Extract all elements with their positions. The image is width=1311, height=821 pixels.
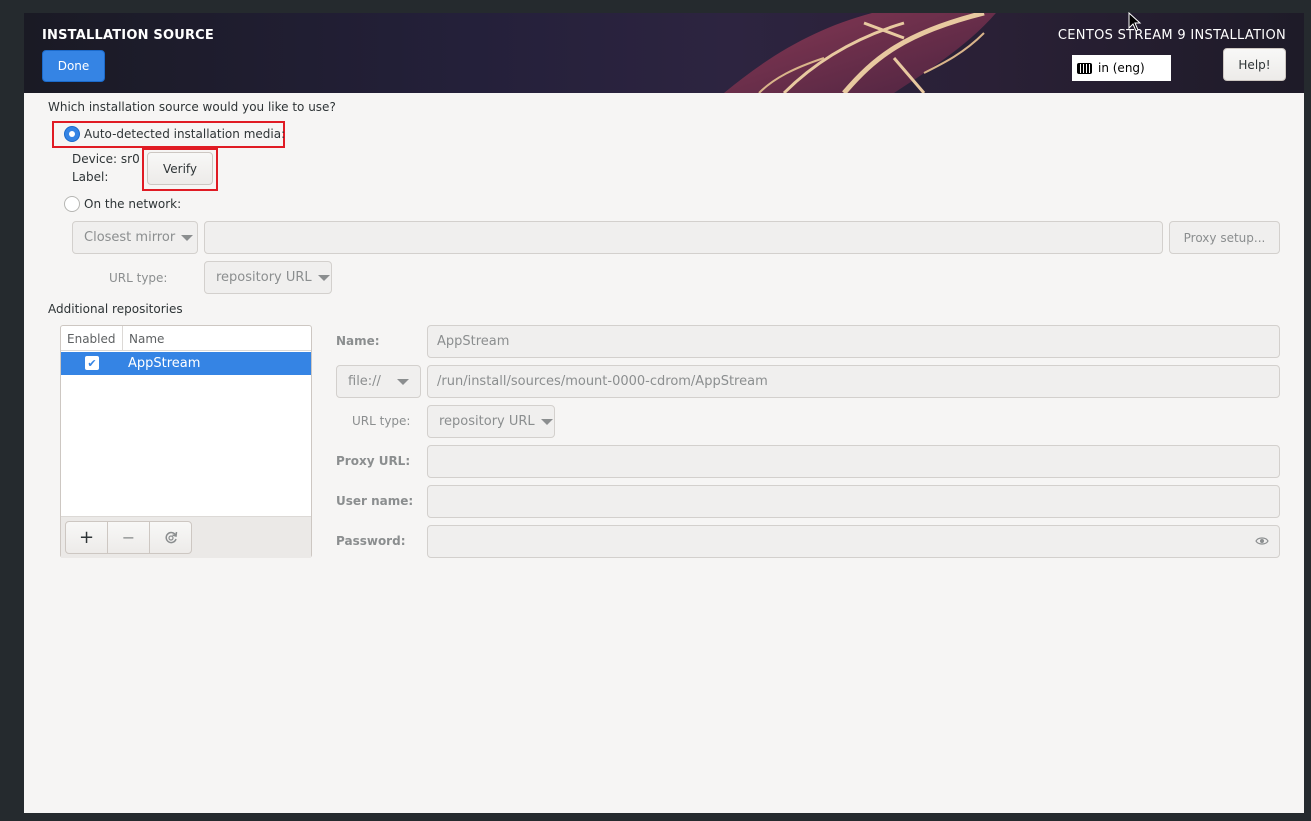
password-input[interactable]: [427, 525, 1280, 558]
reset-repos-button[interactable]: [149, 521, 192, 554]
repo-url-type-combo[interactable]: repository URL: [427, 405, 555, 438]
repo-name: AppStream: [128, 356, 201, 371]
page-title: INSTALLATION SOURCE: [42, 28, 214, 43]
mirror-combo[interactable]: Closest mirror: [72, 221, 198, 254]
source-question: Which installation source would you like…: [48, 100, 336, 114]
url-type-value: repository URL: [216, 270, 312, 285]
product-title: CENTOS STREAM 9 INSTALLATION: [1057, 28, 1286, 43]
eye-icon[interactable]: [1255, 535, 1269, 547]
auto-detected-radio[interactable]: [64, 126, 80, 142]
installer-window: INSTALLATION SOURCE Done CENTOS STREAM 9…: [24, 13, 1304, 813]
keyboard-layout-indicator[interactable]: in (eng): [1072, 55, 1171, 81]
col-enabled-header[interactable]: Enabled: [61, 326, 123, 351]
proxy-setup-button[interactable]: Proxy setup...: [1169, 221, 1280, 254]
done-button[interactable]: Done: [42, 50, 105, 82]
refresh-icon: [164, 531, 177, 543]
header-bar: INSTALLATION SOURCE Done CENTOS STREAM 9…: [24, 13, 1304, 93]
repo-list: Enabled Name ✔ AppStream + −: [60, 325, 312, 558]
mirror-value: Closest mirror: [84, 230, 176, 245]
auto-detected-label[interactable]: Auto-detected installation media:: [84, 127, 285, 141]
help-button[interactable]: Help!: [1223, 48, 1286, 81]
table-row[interactable]: ✔ AppStream: [61, 352, 311, 375]
url-type-combo[interactable]: repository URL: [204, 261, 332, 294]
network-label[interactable]: On the network:: [84, 197, 181, 211]
col-name-header[interactable]: Name: [129, 326, 164, 351]
network-radio[interactable]: [64, 196, 80, 212]
protocol-value: file://: [348, 374, 381, 389]
enabled-checkbox[interactable]: ✔: [85, 356, 99, 370]
url-type-label: URL type:: [109, 271, 168, 285]
chevron-down-icon: [540, 418, 553, 425]
device-label: Device: sr0: [72, 152, 140, 166]
repo-url-type-value: repository URL: [439, 414, 535, 429]
additional-repos-title: Additional repositories: [48, 302, 183, 316]
protocol-combo[interactable]: file://: [336, 365, 421, 398]
remove-repo-button[interactable]: −: [107, 521, 150, 554]
repo-toolbar: + −: [61, 516, 311, 558]
add-repo-button[interactable]: +: [65, 521, 108, 554]
proxy-url-label: Proxy URL:: [336, 454, 411, 468]
keyboard-icon: [1077, 62, 1092, 74]
repo-url-input[interactable]: /run/install/sources/mount-0000-cdrom/Ap…: [427, 365, 1280, 398]
repo-url-type-label: URL type:: [352, 414, 411, 428]
keyboard-layout-label: in (eng): [1098, 61, 1145, 75]
repo-list-header: Enabled Name: [61, 326, 311, 351]
mouse-cursor-icon: [1128, 12, 1142, 32]
header-artwork: [724, 13, 996, 93]
user-name-label: User name:: [336, 494, 414, 508]
password-label: Password:: [336, 534, 406, 548]
media-label: Label:: [72, 170, 109, 184]
user-name-input[interactable]: [427, 485, 1280, 518]
chevron-down-icon: [181, 234, 194, 241]
verify-button[interactable]: Verify: [147, 152, 213, 185]
proxy-url-input[interactable]: [427, 445, 1280, 478]
repo-name-input[interactable]: AppStream: [427, 325, 1280, 358]
chevron-down-icon: [317, 274, 330, 281]
repo-name-label: Name:: [336, 334, 380, 348]
network-url-input[interactable]: [204, 221, 1163, 254]
chevron-down-icon: [396, 378, 409, 385]
